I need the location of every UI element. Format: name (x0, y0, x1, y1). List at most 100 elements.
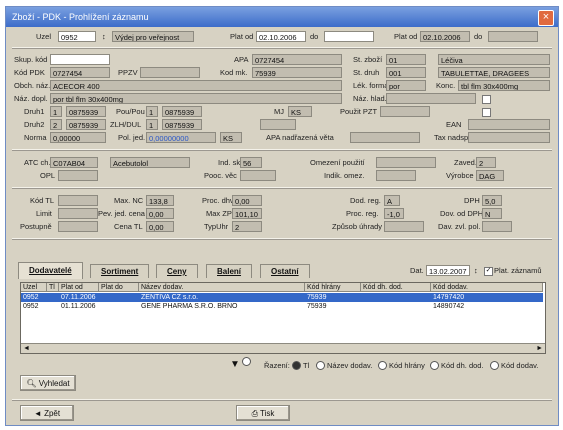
separator-low (12, 187, 552, 189)
cell: 14890742 (433, 303, 465, 310)
indik-omez-label: Indik. omez. (324, 171, 365, 180)
do-field[interactable] (324, 31, 374, 42)
tax-nadsp-field (468, 132, 550, 143)
plat-od-label: Plat od (230, 32, 254, 41)
dov-label: Dov. od DPH (440, 209, 484, 218)
col-header[interactable]: Tl (47, 283, 59, 292)
ppzv-label: PPZV (118, 68, 138, 77)
st-zbozi-field: 01 (386, 54, 426, 65)
do-label: do (310, 32, 319, 41)
druh2-extra (260, 119, 296, 130)
postupne-field (58, 221, 98, 232)
sort-radio-kod-dh[interactable] (430, 361, 439, 370)
max-nc-field: 133,8 (146, 195, 174, 206)
cell: ZENTIVA CZ s.r.o. (141, 294, 199, 301)
atc-label: ATC ch. (24, 158, 51, 167)
indik-omez-field (376, 170, 416, 181)
norma-label: Norma (24, 133, 47, 142)
st-zbozi-label: St. zboží (353, 55, 383, 64)
separator-top (12, 47, 552, 49)
tab-ostatni[interactable]: Ostatní (260, 264, 310, 278)
cell: 75939 (307, 303, 327, 310)
dat-spin-icon[interactable]: ↕ (474, 265, 478, 276)
separator-mid (12, 149, 552, 151)
lek-forma-label: Lék. forma (353, 81, 389, 90)
uzel-field[interactable]: 0952 (58, 31, 96, 42)
col-header[interactable]: Kód dodav. (431, 283, 543, 292)
col-header[interactable]: Uzel (21, 283, 47, 292)
dod-reg-label: Dod. reg. (350, 196, 381, 205)
ind-sk-field: 56 (240, 157, 262, 168)
uzel-spin-icon[interactable]: ↕ (102, 31, 106, 42)
pev-jed-field: 0,00 (146, 208, 174, 219)
col-header[interactable]: Kód hlrány (305, 283, 361, 292)
plat-od2-label: Plat od (394, 32, 418, 41)
scroll-right-icon[interactable]: ► (536, 344, 543, 353)
checkbox-1[interactable] (482, 95, 491, 104)
cell: 14797420 (433, 294, 465, 301)
mj-label: MJ (274, 107, 284, 116)
skup-kod-label: Skup. kód (14, 55, 48, 64)
separator-tabs (12, 238, 552, 240)
pooc-vec-label: Pooc. věc (204, 171, 237, 180)
table-row[interactable]: 0952 01.11.2006 GENE PHARMA S.R.O. BRNO … (21, 302, 543, 311)
checkbox-2[interactable] (482, 108, 491, 117)
zlh-value: 0875939 (162, 119, 202, 130)
zpusob-label: Způsob úhrady (332, 222, 383, 231)
col-header[interactable]: Plat do (99, 283, 139, 292)
close-button[interactable]: × (538, 10, 554, 26)
plat-checkbox[interactable]: ✓ (484, 267, 493, 276)
lek-forma-field: por (386, 80, 426, 91)
col-header[interactable]: Název dodav. (139, 283, 305, 292)
st-druh-label: St. druh (353, 68, 380, 77)
back-arrow-icon: ◄ (33, 409, 42, 418)
plat-od-field[interactable]: 02.10.2006 (256, 31, 306, 42)
print-button[interactable]: ⎙ Tisk (236, 405, 290, 421)
dat-field[interactable]: 13.02.2007 (426, 265, 470, 276)
col-header[interactable]: Kód dh. dod. (361, 283, 431, 292)
max-zp-label: Max ZP (206, 209, 232, 218)
col-header[interactable]: Plat od (59, 283, 99, 292)
kod-mk-field: 75939 (252, 67, 342, 78)
back-button-label: Zpět (44, 409, 61, 418)
kod-mk-label: Kod mk. (220, 68, 248, 77)
max-zp-field: 101,10 (232, 208, 262, 219)
naz-hlad-label: Náz. hlad. (353, 94, 387, 103)
tab-ceny[interactable]: Ceny (156, 264, 198, 278)
cell: 0952 (23, 303, 39, 310)
proc-dhv-field: 0,00 (232, 195, 262, 206)
apa-nadr-label: APA nadřazená věta (266, 133, 334, 142)
pol-jed-unit: KS (220, 132, 242, 143)
table-row[interactable]: 0952 07.11.2006 ZENTIVA CZ s.r.o. 75939 … (21, 293, 543, 302)
sort-radio-nazev[interactable] (316, 361, 325, 370)
tab-baleni[interactable]: Balení (206, 264, 253, 278)
plat-label: Plat. záznamů (494, 266, 542, 275)
separator-bottom (12, 399, 552, 401)
sort-direction-radio[interactable] (242, 357, 251, 366)
suppliers-grid[interactable]: Uzel Tl Plat od Plat do Název dodav. Kód… (20, 282, 546, 354)
search-button[interactable]: 🔍︎ Vyhledat (20, 375, 76, 391)
st-druh-desc: TABULETTAE, DRAGEES (438, 67, 550, 78)
obch-naz-field: ACECOR 400 (50, 80, 342, 91)
druh2-value: 0875939 (66, 119, 106, 130)
pouzit-pzt-label: Použit PZT (340, 107, 378, 116)
sort-arrow-icon[interactable]: ▼ (230, 359, 240, 370)
tab-dodavatele[interactable]: Dodavatelé (18, 262, 83, 279)
dod-reg-field: A (384, 195, 400, 206)
sort-radio-kod-hl[interactable] (378, 361, 387, 370)
sort-radio-kod-dod[interactable] (490, 361, 499, 370)
sort-radio-tl[interactable] (292, 361, 301, 370)
apa-field: 0727454 (252, 54, 342, 65)
scroll-left-icon[interactable]: ◄ (23, 344, 30, 353)
cena-tl-field: 0,00 (146, 221, 174, 232)
horizontal-scrollbar[interactable]: ◄ ► (21, 343, 545, 353)
search-button-label: Vyhledat (38, 379, 70, 388)
window-title: Zboží - PDK - Prohlížení záznamu (12, 12, 149, 22)
tab-sortiment[interactable]: Sortiment (90, 264, 150, 278)
sort-option-kod-dod: Kód dodav. (501, 361, 539, 370)
druh2-code: 2 (50, 119, 62, 130)
skup-kod-field[interactable] (50, 54, 110, 65)
title-bar: Zboží - PDK - Prohlížení záznamu × (6, 7, 558, 27)
pooc-vec-field (240, 170, 276, 181)
back-button[interactable]: ◄ Zpět (20, 405, 74, 421)
